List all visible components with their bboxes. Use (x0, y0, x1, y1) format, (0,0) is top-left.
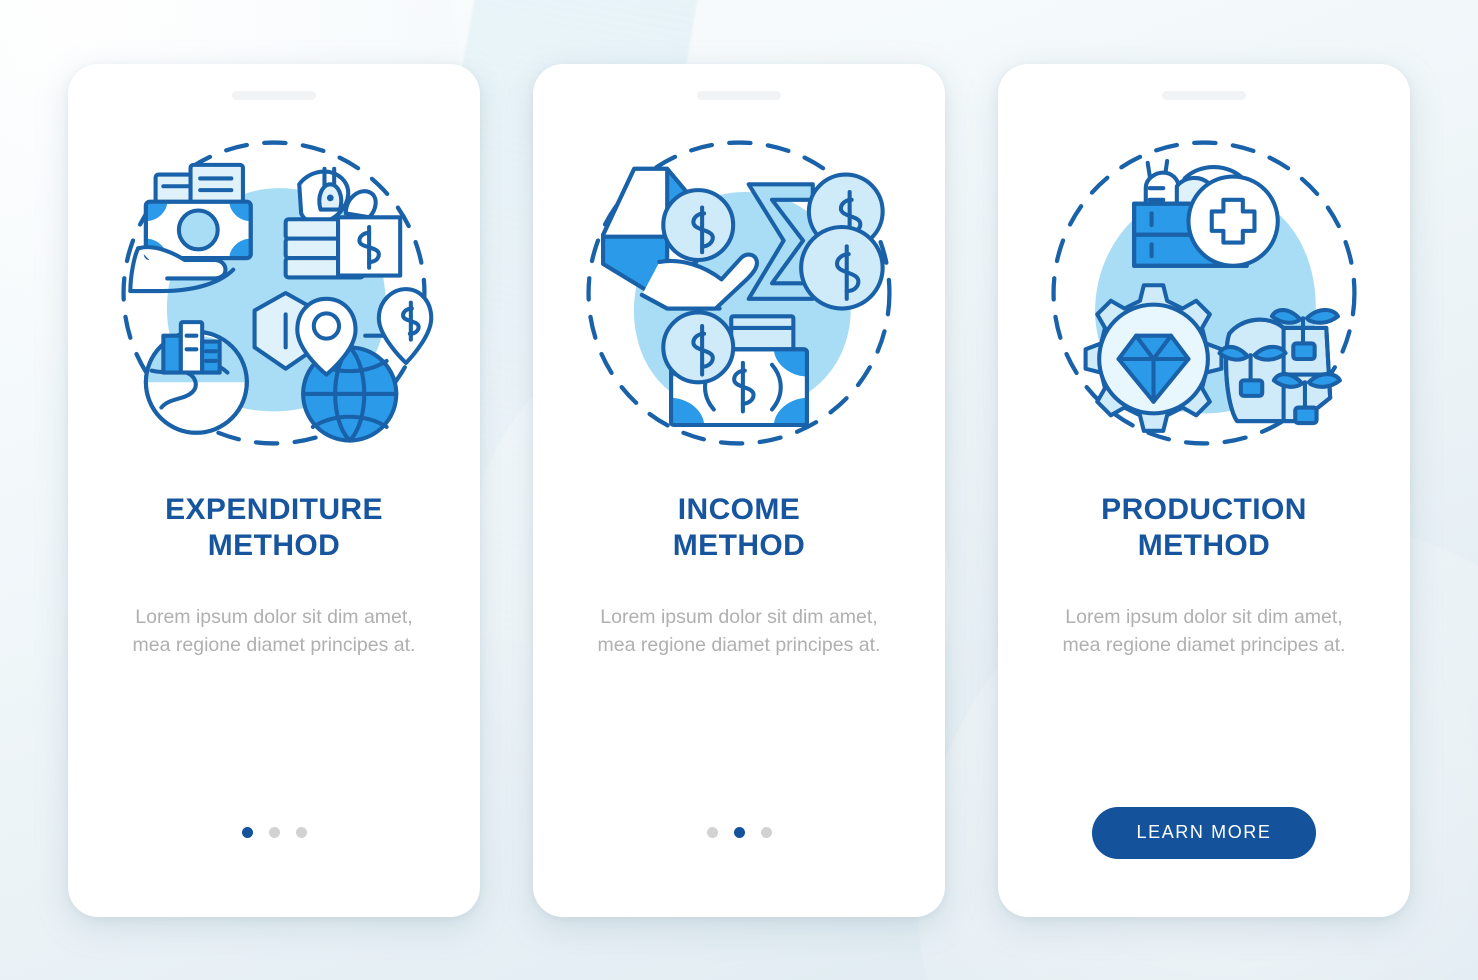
screen-footer: LEARN MORE (1092, 806, 1316, 859)
income-method-illustration (574, 128, 904, 458)
phone-screen-expenditure: EXPENDITURE METHOD Lorem ipsum dolor sit … (68, 63, 480, 917)
pagination-dot-3[interactable] (760, 827, 772, 838)
page-description: Lorem ipsum dolor sit dim amet, mea regi… (1062, 605, 1346, 657)
page-title: PRODUCTION METHOD (1039, 492, 1369, 565)
page-description: Lorem ipsum dolor sit dim amet, mea regi… (597, 605, 881, 657)
page-description: Lorem ipsum dolor sit dim amet, mea regi… (132, 605, 416, 657)
pagination-dot-1[interactable] (706, 827, 718, 838)
pagination-dots (241, 827, 307, 838)
screen-footer (241, 807, 307, 859)
pagination-dot-3[interactable] (295, 827, 307, 838)
phone-speaker-notch (232, 90, 316, 100)
expenditure-method-illustration (109, 128, 439, 458)
title-line-2: METHOD (672, 529, 806, 563)
phone-speaker-notch (697, 90, 781, 100)
page-title: INCOME METHOD (574, 492, 904, 565)
phone-screen-production: PRODUCTION METHOD Lorem ipsum dolor sit d… (998, 63, 1410, 917)
phone-screens-row: EXPENDITURE METHOD Lorem ipsum dolor sit … (0, 0, 1478, 980)
pagination-dot-2[interactable] (268, 827, 280, 838)
title-line-1: EXPENDITURE (165, 492, 383, 526)
title-line-2: METHOD (207, 529, 341, 563)
title-line-2: METHOD (1137, 529, 1271, 563)
onboarding-screens-mockup: EXPENDITURE METHOD Lorem ipsum dolor sit … (0, 0, 1478, 980)
pagination-dot-2[interactable] (733, 827, 745, 838)
pagination-dots (706, 827, 772, 838)
pagination-dot-1[interactable] (241, 827, 253, 838)
phone-screen-income: INCOME METHOD Lorem ipsum dolor sit dim a… (533, 63, 945, 917)
screen-footer (706, 807, 772, 859)
title-line-1: PRODUCTION (1101, 492, 1307, 526)
production-method-illustration (1039, 128, 1369, 458)
title-line-1: INCOME (677, 492, 801, 526)
phone-speaker-notch (1162, 90, 1246, 100)
page-title: EXPENDITURE METHOD (109, 492, 439, 565)
learn-more-button[interactable]: LEARN MORE (1092, 806, 1316, 859)
